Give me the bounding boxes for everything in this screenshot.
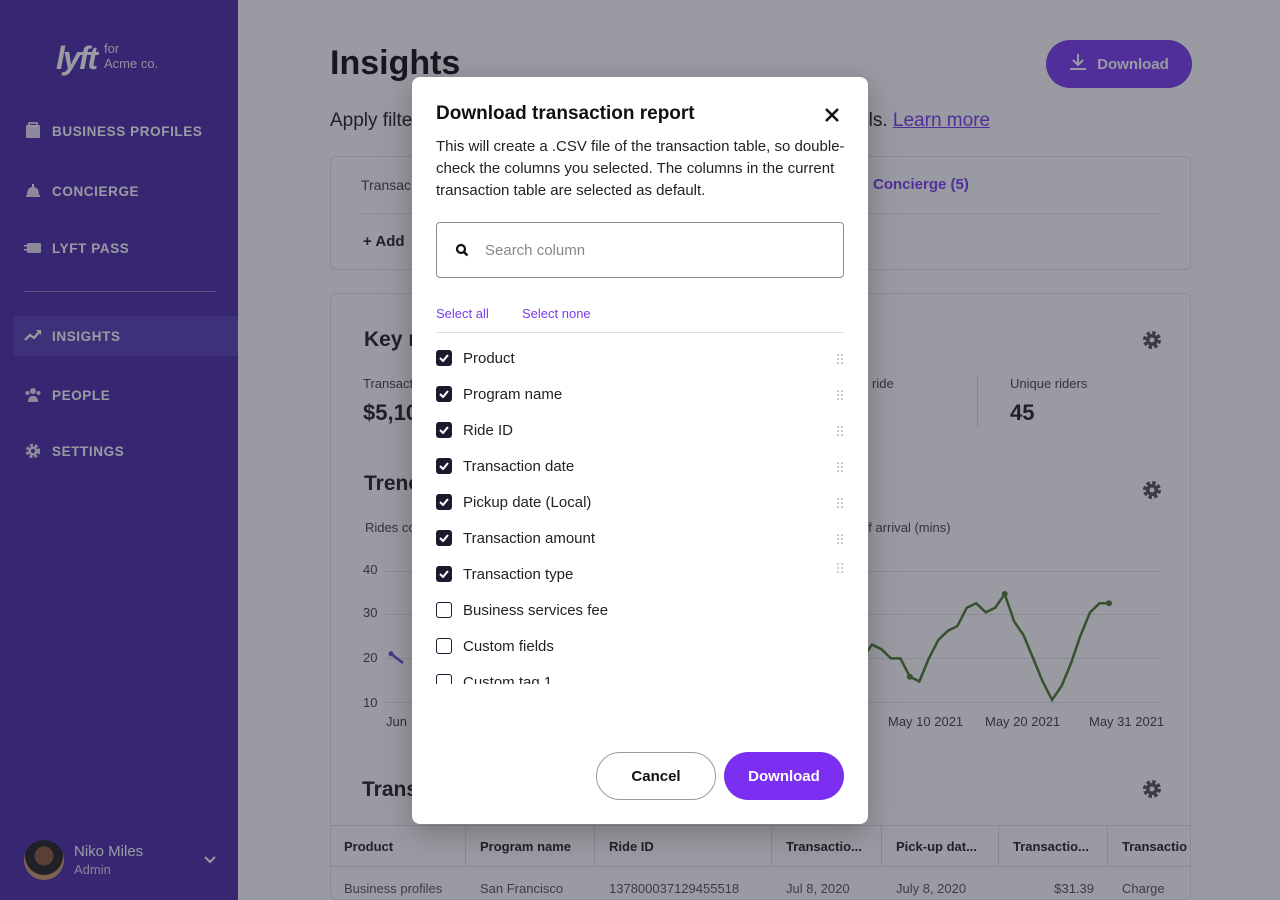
search-column-input[interactable] [485,241,805,259]
list-item[interactable]: Custom tag 1 [436,667,848,684]
checkbox[interactable] [436,386,452,402]
list-item[interactable]: Program name [436,379,848,409]
list-item[interactable]: Pickup date (Local) [436,487,848,517]
checkbox[interactable] [436,422,452,438]
list-item[interactable]: Transaction amount [436,523,848,553]
checkbox[interactable] [436,350,452,366]
column-list[interactable]: Product Program name Ride ID Transaction… [436,340,848,684]
checkbox[interactable] [436,674,452,684]
drag-handle-icon[interactable] [836,496,844,508]
modal-title: Download transaction report [436,103,695,124]
search-icon [455,243,469,257]
download-report-modal: Download transaction report This will cr… [412,77,868,824]
checkbox[interactable] [436,494,452,510]
modal-description: This will create a .CSV file of the tran… [436,138,845,199]
drag-handle-icon[interactable] [836,561,844,573]
select-all-link[interactable]: Select all [436,306,489,321]
drag-handle-icon[interactable] [836,388,844,400]
drag-handle-icon[interactable] [836,424,844,436]
checkbox[interactable] [436,602,452,618]
select-none-link[interactable]: Select none [522,306,591,321]
checkbox[interactable] [436,530,452,546]
search-column-field[interactable] [436,222,844,278]
close-icon[interactable] [820,103,844,127]
list-item[interactable]: Ride ID [436,415,848,445]
download-confirm-button[interactable]: Download [724,752,844,800]
drag-handle-icon[interactable] [836,532,844,544]
drag-handle-icon[interactable] [836,352,844,364]
checkbox[interactable] [436,638,452,654]
checkbox[interactable] [436,458,452,474]
checkbox[interactable] [436,566,452,582]
list-item[interactable]: Custom fields [436,631,848,661]
list-item[interactable]: Transaction date [436,451,848,481]
cancel-button[interactable]: Cancel [596,752,716,800]
drag-handle-icon[interactable] [836,460,844,472]
list-item[interactable]: Business services fee [436,595,848,625]
list-item[interactable]: Transaction type [436,559,848,589]
list-item[interactable]: Product [436,343,848,373]
